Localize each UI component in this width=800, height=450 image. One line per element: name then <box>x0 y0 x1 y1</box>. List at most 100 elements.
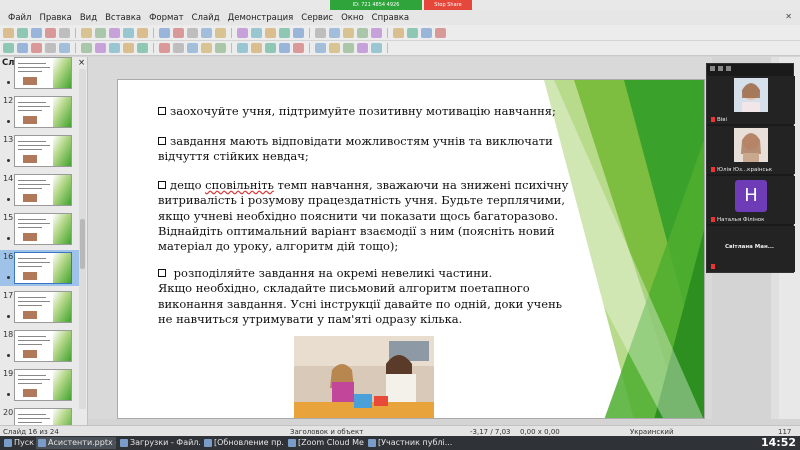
toolbar-button-icon[interactable] <box>3 27 14 38</box>
toolbar-button-icon[interactable] <box>17 43 28 53</box>
menu-slideshow[interactable]: Демонстрация <box>224 13 298 23</box>
toolbar-button-icon[interactable] <box>315 27 326 38</box>
toolbar-button-icon[interactable] <box>81 43 92 53</box>
stop-share-button[interactable]: Stop Share <box>424 0 472 10</box>
slide-thumbnail[interactable]: 13 <box>0 133 80 169</box>
clock: 14:52 <box>760 436 796 449</box>
toolbar-button-icon[interactable] <box>201 43 212 53</box>
toolbar-button-icon[interactable] <box>201 27 212 38</box>
toolbar-button-icon[interactable] <box>265 43 276 53</box>
toolbar-separator <box>153 43 154 53</box>
toolbar-button-icon[interactable] <box>109 43 120 53</box>
toolbar-button-icon[interactable] <box>315 43 326 53</box>
participant-video <box>734 78 768 112</box>
toolbar-button-icon[interactable] <box>59 27 70 38</box>
toolbar-button-icon[interactable] <box>357 27 368 38</box>
toolbar-button-icon[interactable] <box>159 27 170 38</box>
toolbar-button-icon[interactable] <box>393 27 404 38</box>
toolbar-button-icon[interactable] <box>343 43 354 53</box>
toolbar-button-icon[interactable] <box>3 43 14 53</box>
toolbar-button-icon[interactable] <box>173 27 184 38</box>
toolbar-button-icon[interactable] <box>109 27 120 38</box>
toolbar-button-icon[interactable] <box>357 43 368 53</box>
menu-insert[interactable]: Вставка <box>101 13 145 23</box>
toolbar-button-icon[interactable] <box>31 27 42 38</box>
menu-view[interactable]: Вид <box>76 13 101 23</box>
participant-tile[interactable]: Віві <box>707 76 795 124</box>
toolbar-button-icon[interactable] <box>237 43 248 53</box>
slide-bullet-4: розподіляйте завдання на окремі невеликі… <box>158 266 562 326</box>
close-icon[interactable]: ✕ <box>781 12 796 21</box>
toolbar-button-icon[interactable] <box>371 27 382 38</box>
toolbar-button-icon[interactable] <box>329 43 340 53</box>
toolbar-button-icon[interactable] <box>371 43 382 53</box>
toolbar-button-icon[interactable] <box>187 43 198 53</box>
checkbox-bullet-icon <box>158 137 166 145</box>
slide-number: 18 <box>3 330 14 339</box>
taskbar-item-impress[interactable]: Асистенти.pptx - Libr... <box>36 437 116 449</box>
slide-thumbnail[interactable]: 19 <box>0 367 80 403</box>
participant-tile[interactable]: H Наталья Філінок <box>707 176 795 224</box>
start-button[interactable]: Пуск <box>2 437 34 449</box>
language-status[interactable]: Украинский <box>630 428 674 436</box>
toolbar-button-icon[interactable] <box>265 27 276 38</box>
toolbar-button-icon[interactable] <box>59 43 70 53</box>
toolbar-button-icon[interactable] <box>95 43 106 53</box>
slide-thumbnail[interactable]: 12 <box>0 94 80 130</box>
toolbar-button-icon[interactable] <box>343 27 354 38</box>
toolbar-button-icon[interactable] <box>45 43 56 53</box>
toolbar-button-icon[interactable] <box>81 27 92 38</box>
slide-thumbnail[interactable]: 18 <box>0 328 80 364</box>
toolbar-button-icon[interactable] <box>215 43 226 53</box>
taskbar-item-files[interactable]: Загрузки - Файл... <box>118 437 200 449</box>
toolbar-button-icon[interactable] <box>251 43 262 53</box>
slide-number: 17 <box>3 291 14 300</box>
menu-file[interactable]: Файл <box>4 13 35 23</box>
menu-tools[interactable]: Сервис <box>297 13 337 23</box>
participant-tile[interactable]: Світлана Ман... <box>707 226 795 272</box>
toolbar-button-icon[interactable] <box>31 43 42 53</box>
slide-thumbnail[interactable]: 16 <box>0 250 80 286</box>
toolbar-button-icon[interactable] <box>95 27 106 38</box>
toolbar-button-icon[interactable] <box>407 27 418 38</box>
toolbar-button-icon[interactable] <box>293 27 304 38</box>
slide-thumbnail[interactable]: 14 <box>0 172 80 208</box>
toolbar-button-icon[interactable] <box>137 43 148 53</box>
slide-thumbnail[interactable] <box>0 55 80 91</box>
toolbar-button-icon[interactable] <box>251 27 262 38</box>
taskbar-item-participants[interactable]: [Участник публі... <box>366 437 456 449</box>
toolbar-button-icon[interactable] <box>237 27 248 38</box>
toolbar-button-icon[interactable] <box>45 27 56 38</box>
toolbar-separator <box>309 27 310 38</box>
toolbar-button-icon[interactable] <box>279 27 290 38</box>
slide-bullet-1: заохочуйте учня, підтримуйте позитивну м… <box>158 104 556 119</box>
menu-format[interactable]: Формат <box>145 13 188 23</box>
taskbar-item-update[interactable]: [Обновление пр... <box>202 437 284 449</box>
toolbar-button-icon[interactable] <box>293 43 304 53</box>
participant-tile[interactable]: Юлія Юз...краінськ <box>707 126 795 174</box>
menu-window[interactable]: Окно <box>337 13 368 23</box>
menu-help[interactable]: Справка <box>368 13 413 23</box>
slide-thumbnail[interactable]: 17 <box>0 289 80 325</box>
slide-thumbnail-image <box>14 252 72 284</box>
toolbar-button-icon[interactable] <box>17 27 28 38</box>
toolbar-button-icon[interactable] <box>137 27 148 38</box>
current-slide[interactable]: заохочуйте учня, підтримуйте позитивну м… <box>117 79 705 419</box>
toolbar-button-icon[interactable] <box>421 27 432 38</box>
toolbar-button-icon[interactable] <box>329 27 340 38</box>
toolbar-button-icon[interactable] <box>159 43 170 53</box>
menu-edit[interactable]: Правка <box>35 13 75 23</box>
slides-scrollbar[interactable] <box>79 69 86 409</box>
toolbar-button-icon[interactable] <box>173 43 184 53</box>
taskbar-item-zoom[interactable]: [Zoom Cloud Me... <box>286 437 364 449</box>
toolbar-button-icon[interactable] <box>123 43 134 53</box>
toolbar-button-icon[interactable] <box>435 27 446 38</box>
slides-panel: Слайды × 121314151617181920 <box>0 55 88 440</box>
toolbar-button-icon[interactable] <box>215 27 226 38</box>
toolbar-button-icon[interactable] <box>123 27 134 38</box>
toolbar-button-icon[interactable] <box>187 27 198 38</box>
zoom-panel-controls[interactable] <box>707 64 793 74</box>
slide-thumbnail[interactable]: 15 <box>0 211 80 247</box>
menu-slide[interactable]: Слайд <box>188 13 224 23</box>
toolbar-button-icon[interactable] <box>279 43 290 53</box>
